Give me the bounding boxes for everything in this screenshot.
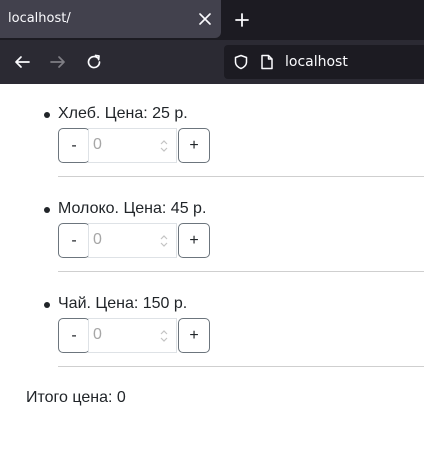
plus-icon[interactable] <box>231 9 253 31</box>
back-arrow-icon[interactable] <box>11 51 33 73</box>
list-item: Молоко. Цена: 45 р. - 0 + <box>0 197 424 277</box>
quantity-input[interactable]: 0 <box>88 318 177 353</box>
quantity-input[interactable]: 0 <box>88 223 177 258</box>
quantity-input[interactable]: 0 <box>88 128 177 163</box>
increment-button[interactable]: + <box>178 128 210 163</box>
product-label: Хлеб. Цена: 25 р. <box>58 105 188 122</box>
url-text[interactable]: localhost <box>285 54 348 70</box>
shield-icon[interactable] <box>233 54 249 74</box>
product-label: Чай. Цена: 150 р. <box>58 295 188 312</box>
decrement-button[interactable]: - <box>58 318 90 353</box>
decrement-button[interactable]: - <box>58 128 90 163</box>
quantity-placeholder: 0 <box>93 231 102 248</box>
quantity-placeholder: 0 <box>93 326 102 343</box>
forward-arrow-icon[interactable] <box>47 51 69 73</box>
list-item: Чай. Цена: 150 р. - 0 + <box>0 292 424 372</box>
browser-tab[interactable]: localhost/ <box>0 0 221 38</box>
spinner-icon[interactable] <box>159 138 169 154</box>
spinner-icon[interactable] <box>159 328 169 344</box>
divider <box>58 366 424 367</box>
product-label: Молоко. Цена: 45 р. <box>58 200 207 217</box>
bullet <box>44 207 50 213</box>
bullet <box>44 302 50 308</box>
increment-button[interactable]: + <box>178 318 210 353</box>
page-icon <box>260 54 274 74</box>
page-content: Хлеб. Цена: 25 р. - 0 + Молоко. Цена: 45… <box>0 84 424 462</box>
list-item: Хлеб. Цена: 25 р. - 0 + <box>0 102 424 182</box>
spinner-icon[interactable] <box>159 233 169 249</box>
tab-bar: localhost/ <box>0 0 424 40</box>
tab-title: localhost/ <box>8 11 71 26</box>
bullet <box>44 112 50 118</box>
divider <box>58 271 424 272</box>
increment-button[interactable]: + <box>178 223 210 258</box>
url-bar[interactable]: localhost <box>224 45 424 79</box>
reload-icon[interactable] <box>83 51 105 73</box>
quantity-placeholder: 0 <box>93 136 102 153</box>
close-icon[interactable] <box>195 9 215 29</box>
decrement-button[interactable]: - <box>58 223 90 258</box>
total-price: Итого цена: 0 <box>26 389 126 406</box>
divider <box>58 176 424 177</box>
